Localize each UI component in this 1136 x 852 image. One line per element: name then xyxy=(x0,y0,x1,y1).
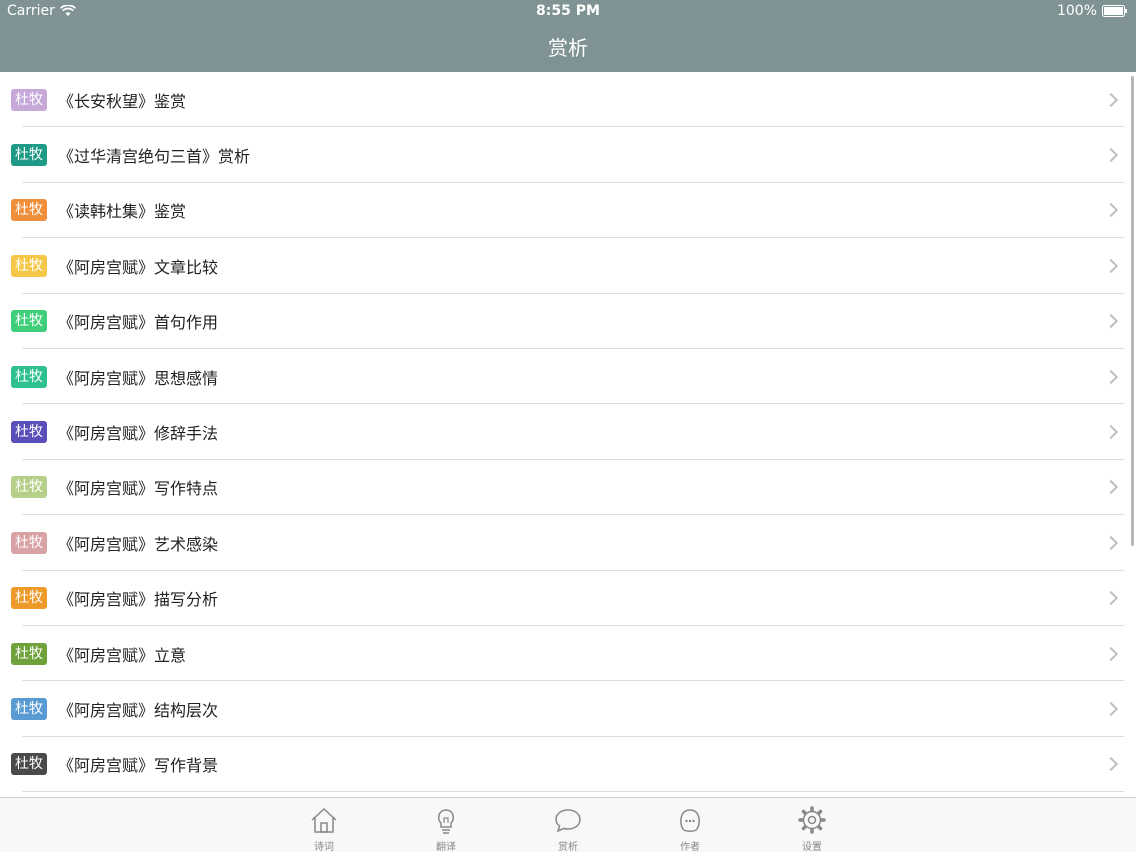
status-bar: Carrier 8:55 PM 100% xyxy=(0,0,1136,22)
list-item-title: 《阿房宫赋》写作特点 xyxy=(58,479,219,499)
list-item-title: 《阿房宫赋》思想感情 xyxy=(58,368,219,388)
list-item-title: 《阿房宫赋》结构层次 xyxy=(58,700,219,720)
chevron-right-icon xyxy=(1103,92,1119,107)
tab-author[interactable]: 作者 xyxy=(660,804,720,852)
list-item-title: 《阿房宫赋》首句作用 xyxy=(58,313,219,333)
list-item-title: 《阿房宫赋》描写分析 xyxy=(58,590,219,610)
chevron-right-icon xyxy=(1103,203,1119,218)
tab-analysis-label: 赏析 xyxy=(558,842,578,852)
author-tag: 杜牧 xyxy=(11,476,47,499)
tab-analysis[interactable]: 赏析 xyxy=(538,804,598,852)
author-tag: 杜牧 xyxy=(11,144,47,167)
tab-translation-label: 翻译 xyxy=(436,842,456,852)
list-item[interactable]: 杜牧 《阿房宫赋》首句作用 xyxy=(0,294,1136,350)
gear-icon xyxy=(798,806,826,834)
chevron-right-icon xyxy=(1103,369,1119,384)
list-item-title: 《阿房宫赋》艺术感染 xyxy=(58,534,219,554)
person-icon xyxy=(680,809,700,832)
chevron-right-icon xyxy=(1103,701,1119,717)
home-icon xyxy=(311,807,337,833)
list-item-title: 《读韩杜集》鉴赏 xyxy=(58,202,187,222)
scrollbar[interactable] xyxy=(1131,76,1134,546)
author-tag: 杜牧 xyxy=(11,697,47,720)
list-item[interactable]: 杜牧 《读韩杜集》鉴赏 xyxy=(0,183,1136,239)
author-tag: 杜牧 xyxy=(11,88,47,111)
lightbulb-icon xyxy=(437,809,455,834)
list-item[interactable]: 杜牧 《阿房宫赋》艺术感染 xyxy=(0,515,1136,571)
page-title: 赏析 xyxy=(548,36,588,60)
chevron-right-icon xyxy=(1103,591,1119,606)
list-item[interactable]: 杜牧 《阿房宫赋》写作特点 xyxy=(0,460,1136,516)
list-item[interactable]: 杜牧 《阿房宫赋》结构层次 xyxy=(0,681,1136,738)
author-tag: 杜牧 xyxy=(11,531,47,554)
author-tag: 杜牧 xyxy=(11,587,47,610)
status-battery: 100% xyxy=(1057,3,1128,19)
list-item[interactable]: 杜牧 《过华清宫绝句三首》赏析 xyxy=(0,127,1136,184)
tab-poems-label: 诗词 xyxy=(314,842,334,852)
list-item-title: 《阿房宫赋》文章比较 xyxy=(58,257,219,277)
list-item[interactable]: 杜牧 《阿房宫赋》立意 xyxy=(0,626,1136,682)
chevron-right-icon xyxy=(1103,535,1119,550)
author-tag: 杜牧 xyxy=(11,753,47,776)
chevron-right-icon xyxy=(1103,480,1119,495)
chevron-right-icon xyxy=(1103,148,1119,163)
author-tag: 杜牧 xyxy=(11,642,47,665)
tab-author-label: 作者 xyxy=(680,842,700,852)
author-tag: 杜牧 xyxy=(11,199,47,222)
list-item[interactable]: 杜牧 《长安秋望》鉴赏 xyxy=(0,72,1136,128)
list-item[interactable]: 杜牧 《阿房宫赋》描写分析 xyxy=(0,571,1136,627)
author-tag: 杜牧 xyxy=(11,310,47,333)
list-item[interactable]: 杜牧 《阿房宫赋》思想感情 xyxy=(0,349,1136,405)
battery-icon xyxy=(1102,5,1127,17)
tab-bar: 诗词 翻译 赏析 作者 设置 xyxy=(0,797,1136,852)
article-list: 杜牧 《长安秋望》鉴赏 杜牧 《过华清宫绝句三首》赏析 杜牧 《读韩杜集》鉴赏 杜牧 《阿房宫… xyxy=(0,72,1136,797)
chevron-right-icon xyxy=(1103,757,1119,772)
status-time: 8:55 PM xyxy=(536,3,600,19)
author-tag: 杜牧 xyxy=(11,421,47,444)
author-tag: 杜牧 xyxy=(11,254,47,277)
tab-poems[interactable]: 诗词 xyxy=(294,804,354,852)
battery-percent: 100% xyxy=(1056,3,1097,19)
list-item[interactable]: 杜牧 《阿房宫赋》写作背景 xyxy=(0,737,1136,793)
chevron-right-icon xyxy=(1103,258,1119,273)
chevron-right-icon xyxy=(1103,314,1119,329)
list-item[interactable]: 杜牧 《阿房宫赋》修辞手法 xyxy=(0,404,1136,461)
author-tag: 杜牧 xyxy=(11,365,47,388)
chevron-right-icon xyxy=(1103,646,1119,661)
chevron-right-icon xyxy=(1103,424,1119,440)
list-item-title: 《长安秋望》鉴赏 xyxy=(58,91,187,111)
header: Carrier 8:55 PM 100% 赏析 xyxy=(0,0,1136,72)
list-item-title: 《阿房宫赋》写作背景 xyxy=(58,756,219,776)
list-item-title: 《过华清宫绝句三首》赏析 xyxy=(58,147,251,167)
tab-translation[interactable]: 翻译 xyxy=(416,804,476,852)
list-item[interactable]: 杜牧 《阿房宫赋》文章比较 xyxy=(0,238,1136,294)
list-item-title: 《阿房宫赋》立意 xyxy=(58,645,187,665)
tab-settings-label: 设置 xyxy=(802,842,822,852)
tab-settings[interactable]: 设置 xyxy=(782,804,842,852)
chat-bubble-icon xyxy=(555,809,581,833)
list-item-title: 《阿房宫赋》修辞手法 xyxy=(58,424,219,444)
